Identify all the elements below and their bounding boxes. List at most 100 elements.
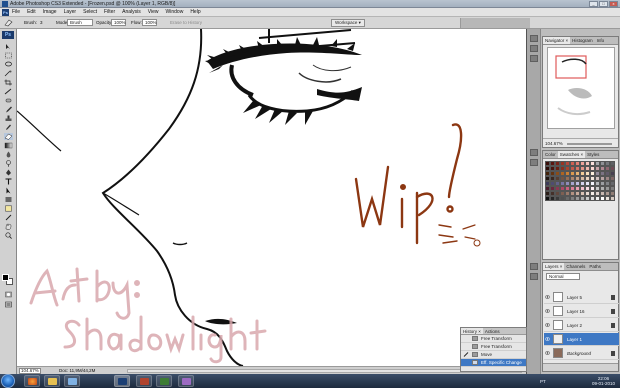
quick-mask-icon[interactable] bbox=[4, 291, 13, 298]
slice-tool-icon[interactable] bbox=[4, 88, 13, 95]
tab-paths[interactable]: Paths bbox=[587, 263, 603, 270]
blend-mode-select[interactable]: Normal bbox=[546, 273, 580, 280]
info-panel-icon[interactable] bbox=[530, 55, 538, 62]
taskbar-firefox[interactable] bbox=[24, 375, 40, 387]
menu-help[interactable]: Help bbox=[190, 9, 200, 16]
pen-tool-icon[interactable] bbox=[4, 169, 13, 176]
layers-panel-icon[interactable] bbox=[530, 263, 538, 270]
start-button[interactable] bbox=[1, 374, 15, 388]
visibility-eye-icon[interactable] bbox=[544, 337, 551, 341]
menu-view[interactable]: View bbox=[148, 9, 159, 16]
document-canvas[interactable] bbox=[17, 29, 526, 366]
tab-navigator[interactable]: Navigator × bbox=[543, 37, 571, 44]
dodge-tool-icon[interactable] bbox=[4, 160, 13, 167]
eyedropper-tool-icon[interactable] bbox=[4, 214, 13, 221]
menu-select[interactable]: Select bbox=[83, 9, 97, 16]
histogram-panel-icon[interactable] bbox=[530, 45, 538, 52]
tab-actions[interactable]: Actions bbox=[483, 328, 502, 334]
flow-field[interactable]: 100% bbox=[142, 19, 157, 26]
tools-panel: Ps bbox=[0, 29, 17, 374]
crop-tool-icon[interactable] bbox=[4, 79, 13, 86]
menu-image[interactable]: Image bbox=[43, 9, 57, 16]
clock[interactable]: 22:06 09-01-2010 bbox=[592, 376, 615, 386]
color-swatch[interactable] bbox=[610, 196, 615, 201]
erase-to-history-checkbox[interactable]: Erase to History bbox=[170, 20, 202, 25]
layer-row[interactable]: Layer 2 bbox=[544, 319, 619, 332]
tab-color[interactable]: Color bbox=[543, 151, 558, 158]
clone-stamp-tool-icon[interactable] bbox=[4, 115, 13, 122]
tab-layers[interactable]: Layers × bbox=[543, 263, 565, 270]
menu-window[interactable]: Window bbox=[166, 9, 184, 16]
taskbar-folder[interactable] bbox=[44, 375, 60, 387]
history-step[interactable]: Move bbox=[461, 351, 526, 359]
history-brush-source-icon[interactable] bbox=[463, 352, 469, 357]
navigator-zoom-slider[interactable] bbox=[567, 143, 612, 145]
menu-file[interactable]: File bbox=[12, 9, 20, 16]
layer-row[interactable]: Layer 5 bbox=[544, 291, 619, 304]
notes-tool-icon[interactable] bbox=[4, 205, 13, 212]
menu-filter[interactable]: Filter bbox=[104, 9, 115, 16]
minimize-button[interactable]: _ bbox=[589, 1, 598, 7]
navigator-zoom-value[interactable]: 104.67% bbox=[545, 141, 563, 146]
menu-layer[interactable]: Layer bbox=[64, 9, 77, 16]
maximize-button[interactable]: □ bbox=[599, 1, 608, 7]
taskbar-app-2[interactable] bbox=[156, 375, 172, 387]
channels-panel-icon[interactable] bbox=[530, 273, 538, 280]
tab-channels[interactable]: Channels bbox=[564, 263, 587, 270]
marquee-tool-icon[interactable] bbox=[4, 52, 13, 59]
tab-history[interactable]: History × bbox=[461, 328, 483, 334]
taskbar-app-3[interactable] bbox=[178, 375, 194, 387]
color-panel-icon[interactable] bbox=[530, 149, 538, 156]
tab-info[interactable]: Info bbox=[595, 37, 607, 44]
path-selection-tool-icon[interactable] bbox=[4, 187, 13, 194]
tab-histogram[interactable]: Histogram bbox=[570, 37, 595, 44]
blur-tool-icon[interactable] bbox=[4, 151, 13, 158]
visibility-eye-icon[interactable] bbox=[544, 295, 551, 299]
layer-name: Layer 2 bbox=[567, 323, 583, 328]
hand-tool-icon[interactable] bbox=[4, 223, 13, 230]
eraser-tool-icon[interactable] bbox=[4, 133, 13, 140]
brush-size-value[interactable]: 3 bbox=[40, 20, 43, 25]
eraser-tool-icon[interactable] bbox=[4, 19, 13, 27]
healing-brush-tool-icon[interactable] bbox=[4, 97, 13, 104]
layer-row[interactable]: Layer 16 bbox=[544, 305, 619, 318]
mode-select[interactable]: Brush bbox=[67, 19, 93, 26]
zoom-tool-icon[interactable] bbox=[4, 232, 13, 239]
language-indicator[interactable]: PT bbox=[540, 379, 546, 384]
shape-tool-icon[interactable] bbox=[4, 196, 13, 203]
layer-row-selected[interactable]: Layer 1 bbox=[544, 333, 619, 346]
tab-swatches[interactable]: Swatches × bbox=[557, 151, 586, 158]
menu-edit[interactable]: Edit bbox=[27, 9, 36, 16]
navigator-panel-icon[interactable] bbox=[530, 35, 538, 42]
wip-lettering bbox=[354, 123, 481, 247]
lasso-tool-icon[interactable] bbox=[4, 61, 13, 68]
taskbar-photoshop[interactable] bbox=[114, 375, 130, 387]
visibility-eye-icon[interactable] bbox=[544, 323, 551, 327]
navigator-preview[interactable] bbox=[547, 47, 615, 129]
type-tool-icon[interactable] bbox=[4, 178, 13, 185]
layer-row[interactable]: Background bbox=[544, 347, 619, 360]
taskbar-app-1[interactable] bbox=[136, 375, 152, 387]
tab-styles[interactable]: Styles bbox=[585, 151, 601, 158]
system-tray: PT 22:06 09-01-2010 bbox=[500, 374, 620, 388]
history-brush-tool-icon[interactable] bbox=[4, 124, 13, 131]
move-tool-icon[interactable] bbox=[4, 43, 13, 50]
brushes-panel-icon[interactable] bbox=[530, 159, 538, 166]
opacity-field[interactable]: 100% bbox=[111, 19, 126, 26]
taskbar-paint[interactable] bbox=[64, 375, 80, 387]
history-step-selected[interactable]: Eff. Specific Change bbox=[461, 359, 526, 367]
brush-tool-icon[interactable] bbox=[4, 106, 13, 113]
visibility-eye-icon[interactable] bbox=[544, 351, 551, 355]
close-button[interactable]: x bbox=[609, 1, 618, 7]
gradient-tool-icon[interactable] bbox=[4, 142, 13, 149]
workspace-button[interactable]: Workspace ▾ bbox=[331, 19, 365, 27]
status-bar: 104.67% Doc: 11,9M/44,2M bbox=[17, 366, 526, 374]
app-icon bbox=[140, 378, 149, 385]
history-step[interactable]: Free Transform bbox=[461, 335, 526, 343]
menu-analysis[interactable]: Analysis bbox=[122, 9, 141, 16]
magic-wand-tool-icon[interactable] bbox=[4, 70, 13, 77]
visibility-eye-icon[interactable] bbox=[544, 309, 551, 313]
history-step[interactable]: Free Transform bbox=[461, 343, 526, 351]
foreground-color-swatch[interactable] bbox=[2, 274, 9, 281]
screen-mode-icon[interactable] bbox=[4, 301, 13, 308]
